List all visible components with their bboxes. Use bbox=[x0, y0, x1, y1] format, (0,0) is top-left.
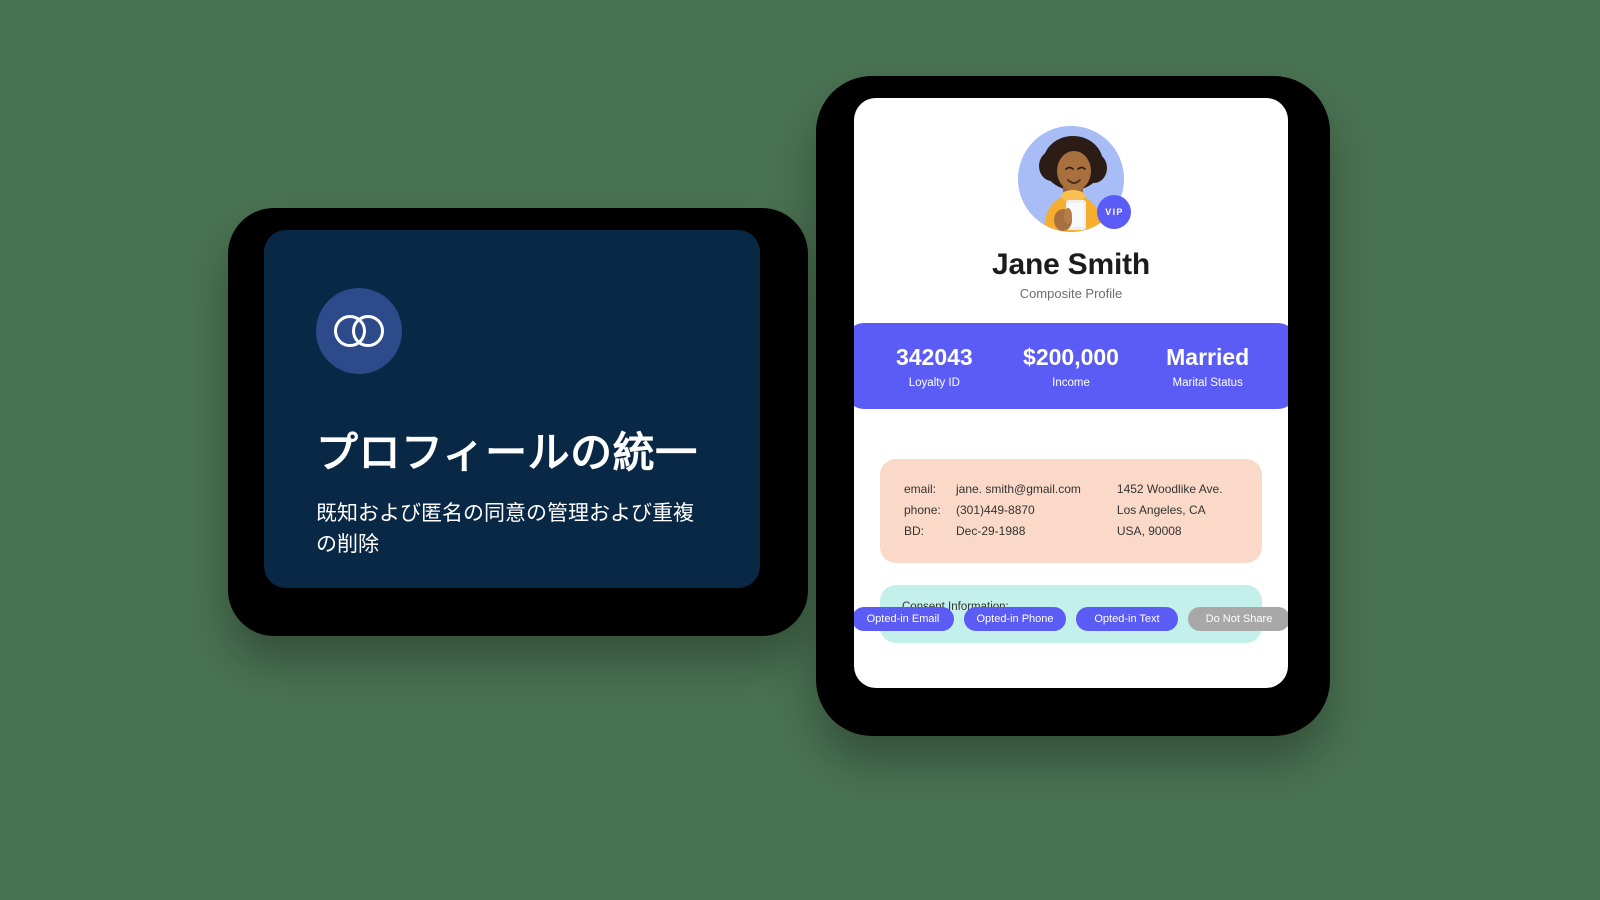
contact-row-phone: phone: (301)449-8870 bbox=[904, 500, 1081, 521]
contact-value: jane. smith@gmail.com bbox=[956, 482, 1081, 497]
vip-badge: VIP bbox=[1097, 195, 1131, 229]
stat-label: Income bbox=[1052, 377, 1090, 390]
page-subtitle: 既知および匿名の同意の管理および重複の削除 bbox=[316, 501, 694, 557]
address-line: Los Angeles, CA bbox=[1116, 502, 1206, 517]
contact-key: phone: bbox=[904, 502, 941, 517]
contact-key: BD: bbox=[904, 523, 925, 538]
profile-stats-band: 342043 Loyalty ID $200,000 Income Marrie… bbox=[854, 323, 1288, 410]
phone-screen: VIP Jane Smith Composite Profile 342043 … bbox=[854, 98, 1288, 688]
stat-value: $200,000 bbox=[1023, 344, 1119, 370]
page-title: プロフィールの統一 bbox=[316, 429, 698, 476]
stat-loyalty-id: 342043 Loyalty ID bbox=[866, 344, 1003, 390]
consent-section: Consent Information: Opted-in Email Opte… bbox=[854, 585, 1288, 644]
address-line: USA, 90008 bbox=[1116, 523, 1182, 538]
stat-value: 342043 bbox=[895, 344, 973, 370]
contact-row-birthdate: BD: Dec-29-1988 bbox=[904, 521, 1081, 542]
stat-label: Marital Status bbox=[1172, 377, 1243, 390]
phone-device-frame: VIP Jane Smith Composite Profile 342043 … bbox=[816, 76, 1330, 736]
contact-fields: email: jane. smith@gmail.com phone: (301… bbox=[904, 479, 1081, 541]
stat-marital-status: Married Marital Status bbox=[1139, 344, 1276, 390]
profile-header: VIP Jane Smith Composite Profile bbox=[854, 98, 1288, 323]
stat-label: Loyalty ID bbox=[908, 377, 960, 390]
stat-value: Married bbox=[1166, 344, 1250, 370]
scene: プロフィールの統一 既知および匿名の同意の管理および重複の削除 VIP Jane… bbox=[0, 0, 1600, 900]
contact-key: email: bbox=[904, 482, 937, 497]
venn-diagram-icon bbox=[316, 288, 402, 374]
profile-name: Jane Smith bbox=[991, 248, 1151, 281]
consent-pill-do-not-share[interactable]: Do Not Share bbox=[1188, 607, 1288, 632]
tablet-screen: プロフィールの統一 既知および匿名の同意の管理および重複の削除 bbox=[264, 230, 760, 588]
address-line: 1452 Woodlike Ave. bbox=[1116, 482, 1223, 497]
consent-pill-opted-in-text[interactable]: Opted-in Text bbox=[1076, 607, 1178, 632]
contact-row-email: email: jane. smith@gmail.com bbox=[904, 479, 1081, 500]
consent-pill-opted-in-phone[interactable]: Opted-in Phone bbox=[964, 607, 1066, 632]
contact-value: (301)449-8870 bbox=[956, 502, 1035, 517]
profile-subtitle: Composite Profile bbox=[1019, 286, 1123, 301]
consent-pill-row: Opted-in Email Opted-in Phone Opted-in T… bbox=[854, 607, 1288, 632]
contact-value: Dec-29-1988 bbox=[956, 523, 1026, 538]
contact-info-panel: email: jane. smith@gmail.com phone: (301… bbox=[880, 459, 1262, 564]
stat-income: $200,000 Income bbox=[1003, 344, 1140, 390]
consent-pill-opted-in-email[interactable]: Opted-in Email bbox=[854, 607, 954, 632]
contact-address: 1452 Woodlike Ave. Los Angeles, CA USA, … bbox=[1099, 479, 1238, 541]
avatar: VIP bbox=[1018, 126, 1131, 232]
tablet-device-frame: プロフィールの統一 既知および匿名の同意の管理および重複の削除 bbox=[228, 208, 808, 636]
